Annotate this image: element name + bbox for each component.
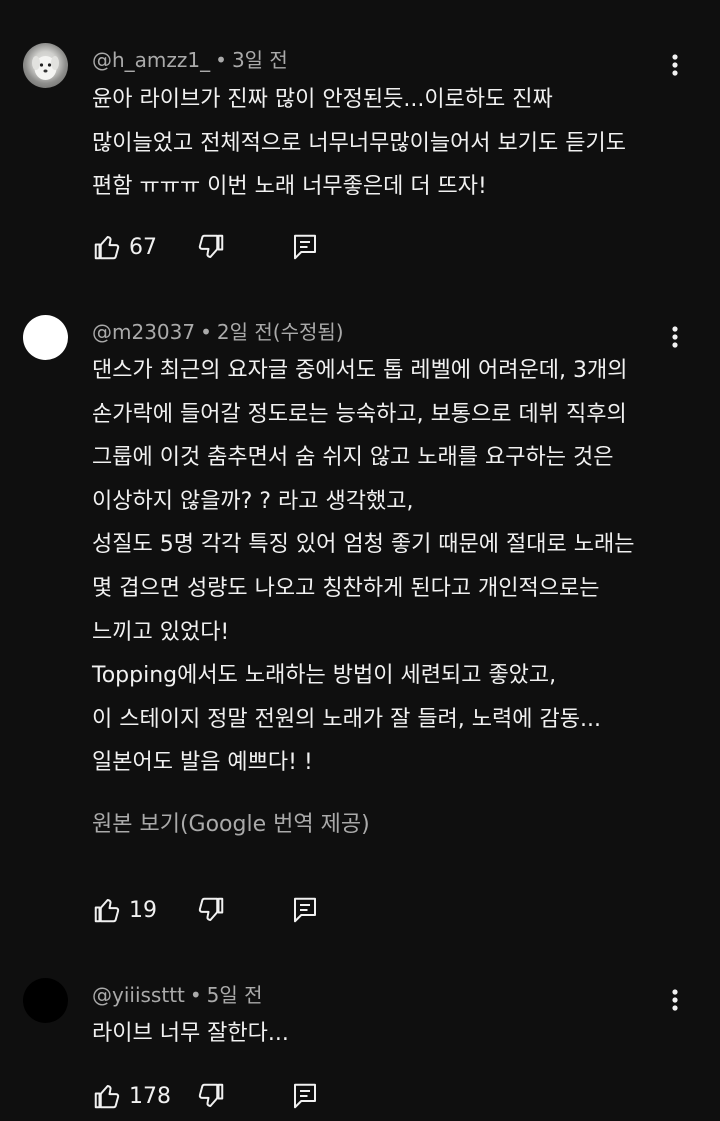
thumbs-down-icon[interactable]	[196, 895, 226, 925]
reply-icon[interactable]	[290, 1081, 320, 1111]
comment-text-line: 느끼고 있었다!	[92, 619, 230, 645]
comment-text-line: 성질도 5명 각각 특징 있어 엄청 좋기 때문에 절대로 노래는	[92, 532, 635, 558]
meta-separator: •	[189, 983, 202, 1007]
comment-text-line: 라이브 너무 잘한다...	[92, 1021, 289, 1046]
comment-text-line: 편함 ㅠㅠㅠ 이번 노래 너무좋은데 더 뜨자!	[92, 174, 487, 200]
comment-text-line: 손가락에 들어갈 정도로는 능숙하고, 보통으로 데뷔 직후의	[92, 401, 627, 427]
reply-icon[interactable]	[290, 232, 320, 262]
like-count: 67	[129, 235, 157, 260]
black-avatar[interactable]	[23, 978, 68, 1023]
comment-text-line: 몇 겹으면 성량도 나오고 칭찬하게 된다고 개인적으로는	[92, 575, 600, 601]
comment-text-line: 많이늘었고 전체적으로 너무너무많이늘어서 보기도 듣기도	[92, 130, 626, 156]
comment-author[interactable]: @m23037	[92, 320, 195, 344]
more-vert-icon[interactable]	[662, 52, 688, 78]
comment-time[interactable]: 5일 전	[207, 983, 263, 1007]
comment-actions: 178	[92, 1081, 352, 1113]
comment-text-line: 일본어도 발음 예쁘다! !	[92, 750, 313, 776]
comment-text-line: 이 스테이지 정말 전원의 노래가 잘 들려, 노력에 감동...	[92, 706, 601, 732]
comment-meta: @m23037 • 2일 전(수정됨)	[92, 320, 344, 344]
comment-text: 댄스가 최근의 요자글 중에서도 톱 레벨에 어려운데, 3개의 손가락에 들어…	[92, 349, 692, 785]
comment: @yiiissttt • 5일 전 라이브 너무 잘한다... 178	[0, 960, 720, 1121]
like-count: 19	[129, 898, 157, 923]
comment-author[interactable]: @yiiissttt	[92, 983, 185, 1007]
comment-actions: 19	[92, 895, 352, 927]
thumbs-up-icon[interactable]	[92, 232, 122, 262]
avatar[interactable]	[23, 43, 68, 88]
comment-actions: 67	[92, 232, 352, 264]
comment-author[interactable]: @h_amzz1_	[92, 48, 210, 72]
white-avatar[interactable]	[23, 315, 68, 360]
comment-time[interactable]: 2일 전(수정됨)	[217, 320, 344, 344]
view-original-link[interactable]: 원본 보기(Google 번역 제공)	[92, 806, 370, 838]
more-vert-icon[interactable]	[662, 324, 688, 350]
meta-separator: •	[215, 48, 227, 72]
thumbs-up-icon[interactable]	[92, 1081, 122, 1111]
thumbs-down-icon[interactable]	[196, 1081, 226, 1111]
comment: @m23037 • 2일 전(수정됨) 댄스가 최근의 요자글 중에서도 톱 레벨에…	[0, 290, 720, 960]
comment-text-line: 댄스가 최근의 요자글 중에서도 톱 레벨에 어려운데, 3개의	[92, 358, 628, 383]
comment-time[interactable]: 3일 전	[232, 48, 288, 72]
comment-text-line: Topping에서도 노래하는 방법이 세련되고 좋았고,	[92, 663, 557, 689]
comment-text: 라이브 너무 잘한다...	[92, 1012, 692, 1056]
reply-icon[interactable]	[290, 895, 320, 925]
comment-text-line: 윤아 라이브가 진짜 많이 안정된듯...이로하도 진짜	[92, 87, 553, 112]
comment-meta: @h_amzz1_ • 3일 전	[92, 48, 288, 72]
dog-avatar-icon	[32, 56, 59, 80]
like-count: 178	[129, 1084, 171, 1109]
comment-text: 윤아 라이브가 진짜 많이 안정된듯...이로하도 진짜 많이늘었고 전체적으로…	[92, 78, 692, 209]
more-vert-icon[interactable]	[662, 987, 688, 1013]
comment-text-line: 그룹에 이것 춤추면서 숨 쉬지 않고 노래를 요구하는 것은	[92, 445, 614, 471]
thumbs-up-icon[interactable]	[92, 895, 122, 925]
comment-text-line: 이상하지 않을까? ? 라고 생각했고,	[92, 488, 414, 514]
comment: @h_amzz1_ • 3일 전 윤아 라이브가 진짜 많이 안정된듯...이로하도…	[0, 0, 720, 290]
meta-separator: •	[200, 320, 212, 344]
comment-meta: @yiiissttt • 5일 전	[92, 983, 263, 1007]
thumbs-down-icon[interactable]	[196, 232, 226, 262]
